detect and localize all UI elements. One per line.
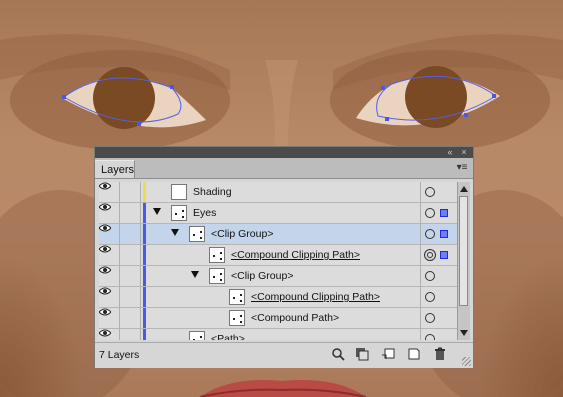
lock-toggle[interactable]: [120, 266, 141, 286]
layer-row[interactable]: <Compound Path>: [99, 308, 457, 329]
scroll-down-arrow-icon[interactable]: [460, 330, 468, 336]
disclosure-triangle-icon[interactable]: [171, 229, 179, 236]
layer-name[interactable]: <Clip Group>: [211, 228, 273, 240]
layer-color-bar: [143, 287, 146, 307]
visibility-eye-icon[interactable]: [99, 245, 120, 265]
layers-scrollbar[interactable]: [457, 182, 470, 340]
disclosure-triangle-icon[interactable]: [191, 271, 199, 278]
disclosure-triangle-icon[interactable]: [153, 208, 161, 215]
lock-toggle[interactable]: [120, 203, 141, 223]
target-circle-icon[interactable]: [425, 292, 435, 302]
layer-color-bar: [143, 203, 146, 223]
lock-toggle[interactable]: [120, 182, 141, 202]
trash-icon[interactable]: [433, 347, 447, 361]
visibility-eye-icon[interactable]: [99, 266, 120, 286]
lips: [200, 380, 366, 397]
column-divider: [420, 224, 421, 244]
create-sublayer-icon[interactable]: [381, 347, 395, 361]
layer-count: 7 Layers: [99, 349, 140, 361]
panel-tabbar: Layers ▾≡: [95, 158, 473, 179]
layer-thumbnail: [171, 205, 187, 221]
visibility-eye-icon[interactable]: [99, 329, 120, 340]
make-clipping-mask-icon[interactable]: [355, 347, 369, 361]
layer-color-bar: [143, 308, 146, 328]
layer-color-bar: [143, 224, 146, 244]
lock-toggle[interactable]: [120, 329, 141, 340]
column-divider: [420, 308, 421, 328]
target-circle-icon[interactable]: [425, 208, 435, 218]
target-circle-icon[interactable]: [425, 271, 435, 281]
lock-toggle[interactable]: [120, 224, 141, 244]
layer-row[interactable]: <Clip Group>: [99, 224, 457, 245]
layer-row[interactable]: <Path>: [99, 329, 457, 340]
layer-name[interactable]: <Clip Group>: [231, 270, 293, 282]
layer-thumbnail: [209, 268, 225, 284]
layer-name[interactable]: Shading: [193, 186, 232, 198]
layer-row[interactable]: <Compound Clipping Path>: [99, 245, 457, 266]
layers-panel: « × Layers ▾≡ Shading Eyes <Clip Group> <Co…: [94, 146, 474, 368]
panel-menu-icon[interactable]: ▾≡: [455, 161, 469, 175]
layer-thumbnail: [229, 289, 245, 305]
artboard-canvas[interactable]: « × Layers ▾≡ Shading Eyes <Clip Group> <Co…: [0, 0, 563, 397]
visibility-eye-icon[interactable]: [99, 224, 120, 244]
lock-toggle[interactable]: [120, 287, 141, 307]
locate-object-icon[interactable]: [331, 347, 345, 361]
layer-name[interactable]: <Compound Clipping Path>: [251, 291, 380, 303]
layer-color-bar: [143, 182, 146, 202]
column-divider: [420, 203, 421, 223]
layer-name[interactable]: <Path>: [211, 333, 245, 340]
visibility-eye-icon[interactable]: [99, 203, 120, 223]
layer-color-bar: [143, 329, 146, 340]
layer-thumbnail: [229, 310, 245, 326]
selection-indicator-icon[interactable]: [440, 209, 448, 217]
column-divider: [420, 266, 421, 286]
column-divider: [420, 245, 421, 265]
layer-row[interactable]: Eyes: [99, 203, 457, 224]
layers-list: Shading Eyes <Clip Group> <Compound Clippin…: [99, 182, 457, 340]
layer-thumbnail: [171, 184, 187, 200]
target-circle-icon[interactable]: [425, 313, 435, 323]
visibility-eye-icon[interactable]: [99, 287, 120, 307]
panel-footer: 7 Layers: [95, 342, 473, 368]
target-circle-icon[interactable]: [425, 334, 435, 340]
layer-thumbnail: [189, 226, 205, 242]
column-divider: [420, 182, 421, 202]
target-circle-icon[interactable]: [425, 229, 435, 239]
new-layer-icon[interactable]: [407, 347, 421, 361]
layer-thumbnail: [189, 331, 205, 340]
selection-indicator-icon[interactable]: [440, 230, 448, 238]
lock-toggle[interactable]: [120, 308, 141, 328]
layer-color-bar: [143, 245, 146, 265]
layer-name[interactable]: Eyes: [193, 207, 216, 219]
column-divider: [420, 329, 421, 340]
target-circle-icon[interactable]: [425, 187, 435, 197]
column-divider: [420, 287, 421, 307]
visibility-eye-icon[interactable]: [99, 182, 120, 202]
selection-indicator-icon[interactable]: [440, 251, 448, 259]
double-chevron-icon[interactable]: «: [445, 147, 455, 158]
target-circle-icon[interactable]: [424, 249, 436, 261]
visibility-eye-icon[interactable]: [99, 308, 120, 328]
layer-row[interactable]: <Compound Clipping Path>: [99, 287, 457, 308]
lock-toggle[interactable]: [120, 245, 141, 265]
close-icon[interactable]: ×: [459, 147, 469, 158]
layer-thumbnail: [209, 247, 225, 263]
scroll-thumb[interactable]: [459, 196, 468, 306]
tab-layers[interactable]: Layers: [95, 160, 135, 178]
resize-grip[interactable]: [462, 357, 471, 366]
scroll-up-arrow-icon[interactable]: [460, 186, 468, 192]
layer-name[interactable]: <Compound Clipping Path>: [231, 249, 360, 261]
layer-color-bar: [143, 266, 146, 286]
layer-row[interactable]: Shading: [99, 182, 457, 203]
layer-row[interactable]: <Clip Group>: [99, 266, 457, 287]
layer-name[interactable]: <Compound Path>: [251, 312, 339, 324]
panel-titlebar[interactable]: « ×: [95, 147, 473, 158]
